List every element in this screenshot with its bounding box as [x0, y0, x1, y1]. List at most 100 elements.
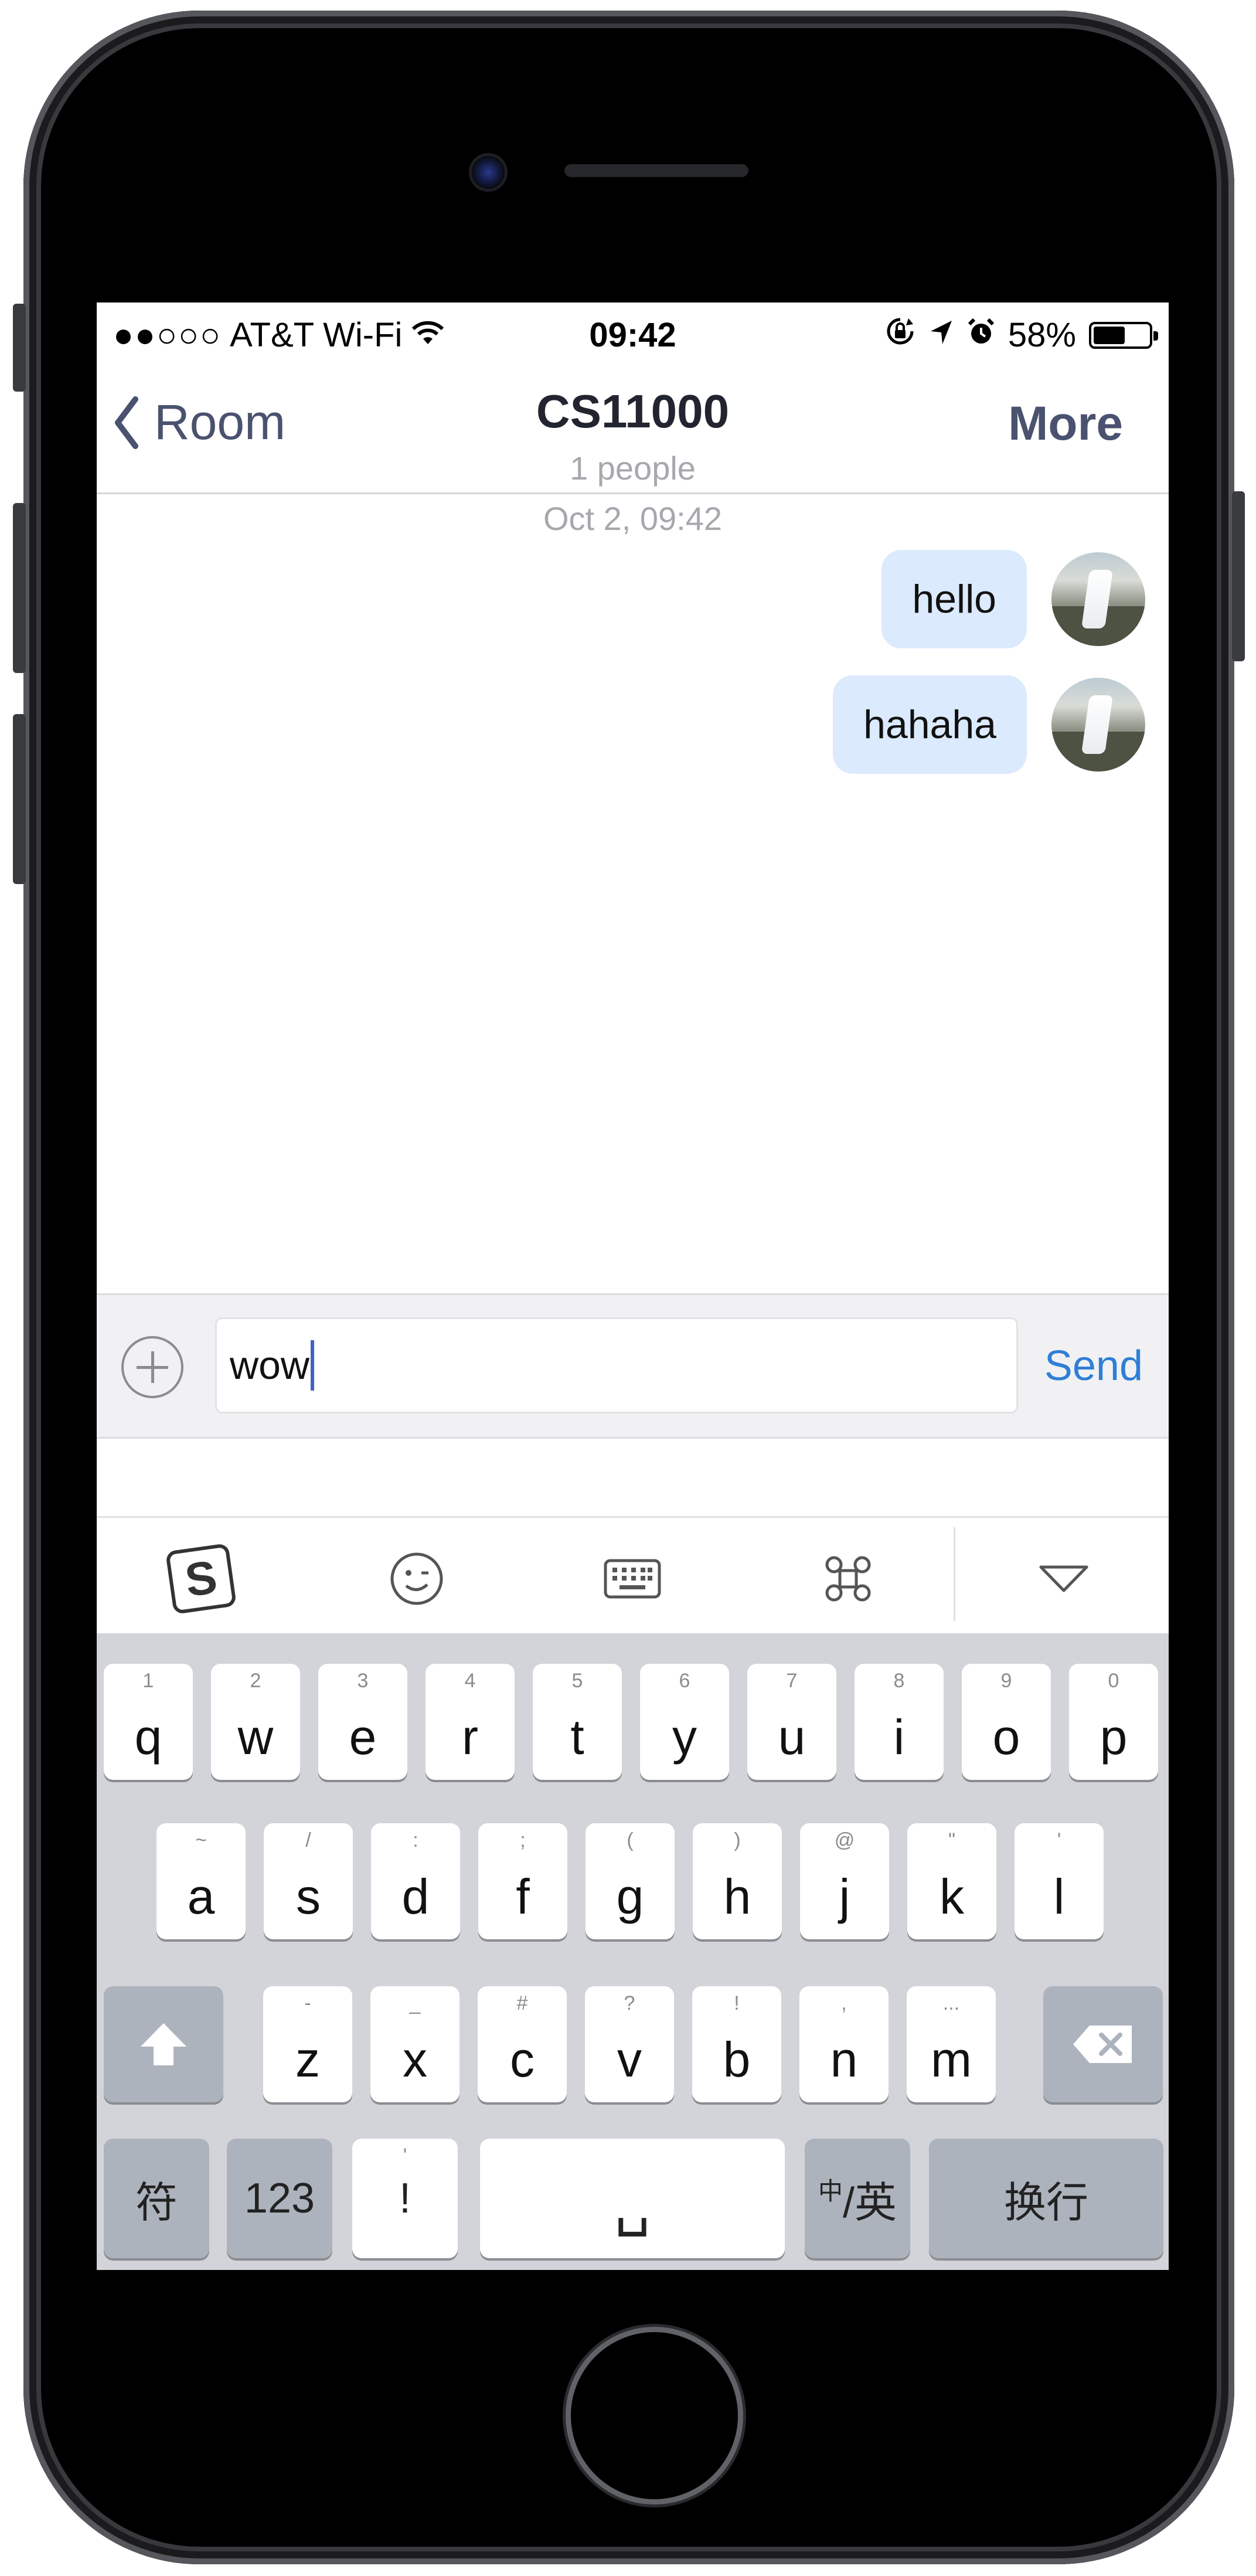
- navigation-bar: Room CS11000 1 people More: [97, 363, 1169, 494]
- key-l[interactable]: ' l: [1015, 1823, 1104, 1939]
- location-arrow-icon: [928, 315, 954, 355]
- member-count: 1 people: [570, 450, 696, 487]
- alarm-icon: [967, 315, 995, 355]
- key-char: c: [510, 2032, 535, 2087]
- key-hint: !: [734, 1992, 740, 2014]
- avatar[interactable]: [1051, 552, 1145, 646]
- key-hint: ): [734, 1829, 741, 1851]
- key-char: b: [723, 2032, 751, 2087]
- key-r[interactable]: 4r: [426, 1664, 515, 1780]
- power-button: [1232, 491, 1245, 661]
- key-p[interactable]: 0p: [1069, 1664, 1158, 1780]
- key-e[interactable]: 3e: [318, 1664, 407, 1780]
- message-bubble[interactable]: hahaha: [833, 675, 1027, 774]
- key-w[interactable]: 2w: [211, 1664, 300, 1780]
- key-n[interactable]: ,n: [799, 1986, 889, 2102]
- key-b[interactable]: ! b: [692, 1986, 781, 2102]
- message-row: hello: [881, 550, 1145, 648]
- key-f[interactable]: ; f: [478, 1823, 567, 1939]
- key-char: z: [295, 2032, 320, 2087]
- key-a[interactable]: ~ a: [156, 1823, 246, 1939]
- more-button[interactable]: More: [1008, 396, 1123, 451]
- key-char: h: [723, 1869, 751, 1924]
- message-bubble[interactable]: hello: [881, 550, 1027, 648]
- language-label: /英: [843, 2179, 897, 2227]
- key-g[interactable]: (g: [586, 1823, 675, 1939]
- avatar[interactable]: [1051, 678, 1145, 772]
- key-z[interactable]: -z: [263, 1986, 352, 2102]
- key-hint: _: [409, 1992, 421, 2014]
- key-q[interactable]: 1q: [104, 1664, 193, 1780]
- key-k[interactable]: " k: [907, 1823, 996, 1939]
- collapse-triangle-icon[interactable]: [1023, 1538, 1105, 1620]
- key-x[interactable]: _ x: [370, 1986, 459, 2102]
- backspace-icon: [1073, 2026, 1132, 2063]
- key-hint: 0: [1108, 1670, 1119, 1692]
- key-u[interactable]: 7u: [747, 1664, 836, 1780]
- key-char: j: [839, 1869, 850, 1924]
- key-j[interactable]: @ j: [800, 1823, 889, 1939]
- key-hint: (: [627, 1829, 634, 1851]
- key-hint: /: [305, 1829, 311, 1851]
- key-hint: 6: [679, 1670, 690, 1692]
- key-hint: #: [516, 1992, 528, 2014]
- key-hint: 8: [893, 1670, 905, 1692]
- language-small-label: 中: [818, 2177, 843, 2205]
- key-char: p: [1100, 1710, 1128, 1765]
- key-char: k: [940, 1869, 964, 1924]
- home-button[interactable]: [571, 2332, 738, 2499]
- return-key[interactable]: 换行: [929, 2139, 1163, 2258]
- emoji-icon[interactable]: [376, 1538, 458, 1620]
- key-char: n: [830, 2032, 858, 2087]
- key-o[interactable]: 9o: [962, 1664, 1051, 1780]
- shift-key[interactable]: [104, 1986, 223, 2102]
- shift-arrow-icon: [141, 2023, 186, 2065]
- key-char: u: [778, 1710, 806, 1765]
- key-char: m: [931, 2032, 972, 2087]
- key-y[interactable]: 6y: [640, 1664, 729, 1780]
- language-switch-key[interactable]: 中/英: [805, 2139, 910, 2258]
- status-bar: ●●○○○ AT&T Wi-Fi 09:42 58%: [97, 303, 1169, 363]
- key-char: r: [462, 1710, 478, 1765]
- key-hint: ": [948, 1829, 956, 1851]
- backspace-key[interactable]: [1043, 1986, 1163, 2102]
- sogou-logo-icon[interactable]: S: [160, 1538, 242, 1620]
- battery-icon: [1089, 321, 1158, 349]
- key-c[interactable]: # c: [478, 1986, 567, 2102]
- key-t[interactable]: 5t: [533, 1664, 622, 1780]
- key-char: x: [403, 2032, 427, 2087]
- battery-percent: 58%: [1007, 316, 1076, 354]
- key-m[interactable]: ... m: [907, 1986, 996, 2102]
- send-button[interactable]: Send: [1044, 1342, 1143, 1390]
- space-key[interactable]: ␣: [480, 2139, 785, 2258]
- key-d[interactable]: :d: [371, 1823, 460, 1939]
- key-hint: 1: [142, 1670, 154, 1692]
- command-icon[interactable]: [807, 1538, 889, 1620]
- key-i[interactable]: 8i: [855, 1664, 944, 1780]
- keyboard-icon[interactable]: [591, 1538, 673, 1620]
- key-char: g: [616, 1869, 644, 1924]
- key-hint: ~: [195, 1829, 207, 1851]
- key-hint: ,: [841, 1992, 847, 2014]
- key-char: e: [349, 1710, 377, 1765]
- key-hint: ?: [624, 1992, 635, 2014]
- mute-switch: [13, 304, 26, 392]
- key-hint: 7: [786, 1670, 798, 1692]
- composer-spacer: [97, 1439, 1169, 1516]
- earpiece-speaker: [564, 164, 748, 177]
- key-char: f: [516, 1869, 530, 1924]
- numbers-key[interactable]: 123: [227, 2139, 332, 2258]
- key-char: y: [672, 1710, 697, 1765]
- key-char: q: [134, 1710, 162, 1765]
- key-h[interactable]: ) h: [693, 1823, 782, 1939]
- key-s[interactable]: / s: [264, 1823, 353, 1939]
- key-char: s: [296, 1869, 321, 1924]
- key-char: o: [992, 1710, 1020, 1765]
- punctuation-key[interactable]: ' !: [352, 2139, 458, 2258]
- add-attachment-button[interactable]: [121, 1336, 183, 1398]
- message-input[interactable]: wow: [215, 1317, 1018, 1413]
- symbols-key[interactable]: 符: [104, 2139, 209, 2258]
- key-hint: 4: [464, 1670, 476, 1692]
- key-char: t: [570, 1710, 584, 1765]
- key-v[interactable]: ? v: [585, 1986, 674, 2102]
